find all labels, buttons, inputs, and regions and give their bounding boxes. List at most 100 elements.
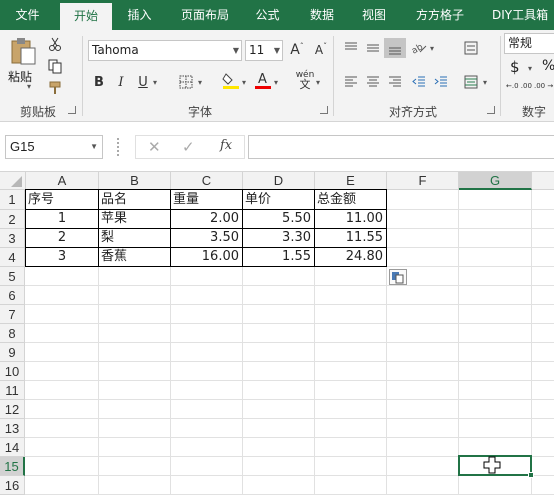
align-middle-icon[interactable] [362,38,384,58]
bold-button[interactable]: B [88,72,110,92]
italic-button[interactable]: I [110,72,132,92]
align-center-icon[interactable] [362,72,384,92]
chevron-down-icon[interactable]: ▾ [528,64,532,73]
chevron-down-icon[interactable]: ▾ [316,78,320,87]
tab-fangfang[interactable]: 方方格子 [404,0,476,30]
fill-color-icon[interactable] [220,70,242,90]
percent-button[interactable]: % [542,58,554,74]
copy-icon[interactable] [44,56,66,76]
table-cell[interactable]: 2 [26,228,98,248]
align-bottom-icon[interactable] [384,38,406,58]
chevron-down-icon[interactable]: ▾ [153,78,157,87]
row-header[interactable]: 8 [0,324,25,343]
tab-view[interactable]: 视图 [352,0,396,30]
tab-data[interactable]: 数据 [298,0,346,30]
enter-icon[interactable]: ✓ [182,138,195,156]
align-top-icon[interactable] [340,38,362,58]
column-header[interactable]: B [99,172,171,190]
increase-decimal-button[interactable]: ←.0 .00 [506,82,532,90]
tab-insert[interactable]: 插入 [112,0,167,30]
chevron-down-icon[interactable]: ▾ [198,78,202,87]
insert-function-icon[interactable]: fx [220,138,232,153]
table-cell[interactable]: 11.55 [315,228,386,248]
fill-handle[interactable] [528,472,534,478]
row-header[interactable]: 3 [0,229,25,248]
font-size-select[interactable]: 11 ▼ [245,40,283,61]
table-cell[interactable]: 香蕉 [99,247,170,267]
row-header[interactable]: 2 [0,210,25,229]
row-header[interactable]: 6 [0,286,25,305]
row-header[interactable]: 4 [0,248,25,267]
row-header[interactable]: 7 [0,305,25,324]
row-header[interactable]: 10 [0,362,25,381]
tab-diy-toolbox[interactable]: DIY工具箱 [486,0,554,30]
format-painter-icon[interactable] [44,78,66,98]
font-color-icon[interactable]: A [252,70,274,90]
row-header[interactable]: 14 [0,438,25,457]
merge-center-icon[interactable] [460,72,482,92]
chevron-down-icon[interactable]: ▾ [274,78,278,87]
font-name-select[interactable]: Tahoma ▼ [88,40,242,61]
decrease-decimal-button[interactable]: .00 →.0 [534,82,554,90]
table-header-cell[interactable]: 品名 [99,190,170,210]
table-header-cell[interactable]: 重量 [171,190,242,210]
formula-input[interactable] [248,135,554,159]
decrease-indent-icon[interactable] [408,72,430,92]
table-cell[interactable]: 16.00 [171,247,242,267]
paste-dropdown-icon[interactable]: ▾ [27,82,31,91]
tab-page-layout[interactable]: 页面布局 [170,0,240,30]
orientation-icon[interactable]: ab [408,38,430,58]
chevron-down-icon[interactable]: ▾ [483,78,487,87]
row-header[interactable]: 13 [0,419,25,438]
phonetic-guide-button[interactable]: wén 文 [294,70,316,90]
wrap-text-icon[interactable] [460,38,482,58]
paste-icon[interactable] [8,36,38,66]
chevron-down-icon[interactable]: ▼ [90,136,98,158]
tab-file[interactable]: 文件 [0,0,55,30]
table-cell[interactable]: 1.55 [243,247,314,267]
name-box[interactable]: G15 ▼ [5,135,103,159]
tab-formulas[interactable]: 公式 [245,0,290,30]
table-cell[interactable]: 3 [26,247,98,267]
column-header-partial[interactable] [532,172,554,190]
formula-bar-grip[interactable] [117,138,121,156]
tab-home[interactable]: 开始 [60,3,112,30]
paste-options-icon[interactable] [389,269,407,285]
column-header[interactable]: C [171,172,243,190]
table-cell[interactable]: 2.00 [171,209,242,229]
increase-indent-icon[interactable] [430,72,452,92]
borders-icon[interactable] [175,72,197,92]
column-header[interactable]: E [315,172,387,190]
row-header[interactable]: 1 [0,190,25,210]
table-cell[interactable]: 苹果 [99,209,170,229]
font-shrink-button[interactable]: Aˇ [310,40,332,60]
align-right-icon[interactable] [384,72,406,92]
row-header[interactable]: 11 [0,381,25,400]
cut-icon[interactable] [44,34,66,54]
table-cell[interactable]: 5.50 [243,209,314,229]
chevron-down-icon[interactable]: ▾ [430,44,434,53]
table-cell[interactable]: 11.00 [315,209,386,229]
cancel-icon[interactable]: ✕ [148,138,161,156]
row-header[interactable]: 5 [0,267,25,286]
worksheet-grid[interactable]: A B C D E F G 1 2 3 4 5 6 7 8 9 10 11 12… [0,172,554,495]
select-all-button[interactable] [0,172,26,190]
table-cell[interactable]: 24.80 [315,247,386,267]
table-header-cell[interactable]: 序号 [26,190,98,210]
font-grow-button[interactable]: Aˆ [286,40,308,60]
table-header-cell[interactable]: 总金额 [315,190,386,210]
column-header[interactable]: F [387,172,459,190]
chevron-down-icon[interactable]: ▾ [242,78,246,87]
table-header-cell[interactable]: 单价 [243,190,314,210]
number-format-select[interactable]: 常规 [504,33,554,54]
row-header[interactable]: 15 [0,457,25,476]
column-header[interactable]: G [459,172,532,190]
underline-button[interactable]: U [132,72,154,92]
row-header[interactable]: 9 [0,343,25,362]
table-cell[interactable]: 3.50 [171,228,242,248]
align-left-icon[interactable] [340,72,362,92]
row-header[interactable]: 16 [0,476,25,495]
row-header[interactable]: 12 [0,400,25,419]
column-header[interactable]: A [26,172,99,190]
font-launcher-icon[interactable] [320,106,328,114]
